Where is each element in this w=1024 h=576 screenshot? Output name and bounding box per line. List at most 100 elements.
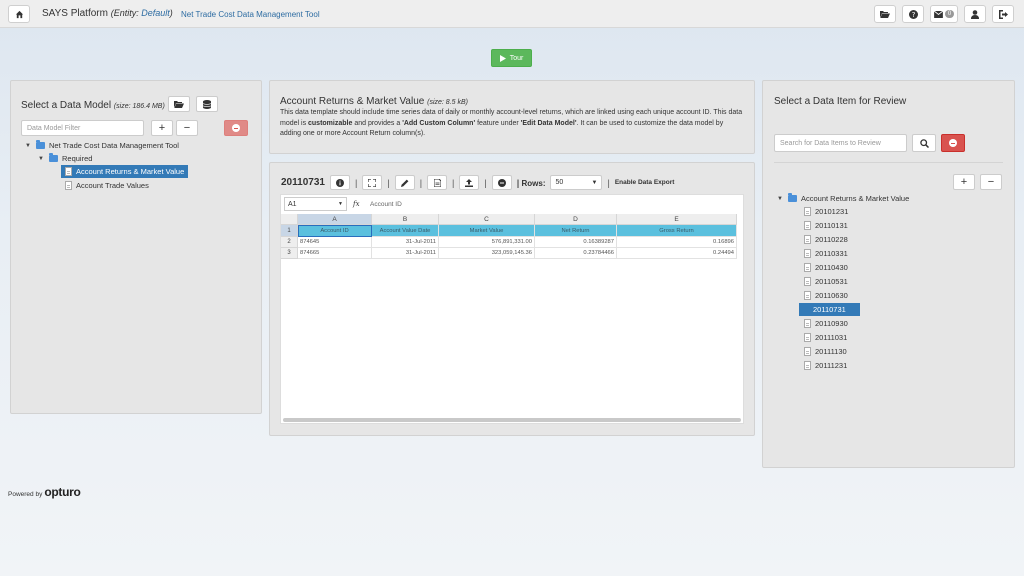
home-button[interactable] — [8, 5, 30, 23]
data-item-panel: Select a Data Item for Review Search for… — [762, 80, 1015, 468]
table-header-cell[interactable]: Net Return — [535, 225, 617, 237]
delete-model-button[interactable] — [224, 120, 248, 136]
data-item-20110630[interactable]: 20110630 — [804, 291, 848, 300]
formula-input[interactable]: Account ID — [370, 201, 402, 208]
data-item-20110228[interactable]: 20110228 — [804, 235, 848, 244]
tool-link[interactable]: Net Trade Cost Data Management Tool — [181, 10, 320, 19]
minus-circle-icon — [232, 124, 240, 132]
open-data-model-button[interactable] — [168, 96, 190, 112]
data-item-20110331[interactable]: 20110331 — [804, 249, 848, 258]
database-button[interactable] — [196, 96, 218, 112]
tour-button[interactable]: Tour — [491, 49, 532, 67]
remove-item-button[interactable]: − — [980, 174, 1002, 190]
tree-item-account-trade-values[interactable]: Account Trade Values — [65, 181, 149, 190]
data-model-panel: Select a Data Model (size: 186.4 MB) Dat… — [10, 80, 262, 414]
data-item-20110430[interactable]: 20110430 — [804, 263, 848, 272]
data-item-label: 20101231 — [815, 207, 849, 216]
table-cell[interactable]: 576,891,331.00 — [439, 237, 535, 248]
table-cell[interactable]: 0.16896 — [617, 237, 737, 248]
row-number[interactable]: 2 — [281, 237, 298, 248]
tree-root[interactable]: ▼ Net Trade Cost Data Management Tool — [25, 140, 179, 150]
messages-button[interactable]: 0 — [930, 5, 958, 23]
table-header-cell[interactable]: Account ID — [298, 225, 372, 237]
fullscreen-button[interactable] — [362, 175, 383, 190]
message-count-badge: 0 — [944, 10, 955, 18]
data-item-20110930[interactable]: 20110930 — [804, 319, 848, 328]
file-icon — [804, 249, 811, 258]
data-item-label: 20110131 — [815, 221, 848, 230]
remove-row-button[interactable] — [491, 175, 512, 190]
entity-value[interactable]: Default — [141, 8, 170, 18]
data-model-filter-input[interactable]: Data Model Filter — [21, 120, 144, 136]
rows-select[interactable]: 50 ▼ — [550, 175, 603, 190]
column-header[interactable]: B — [372, 214, 439, 225]
column-header[interactable]: E — [617, 214, 737, 225]
data-item-20111130[interactable]: 20111130 — [804, 347, 847, 356]
play-icon — [499, 54, 506, 62]
item-tree-root[interactable]: ▼ Account Returns & Market Value — [777, 193, 909, 203]
data-item-20101231[interactable]: 20101231 — [804, 207, 848, 216]
enable-export-toggle[interactable]: Enable Data Export — [615, 179, 675, 186]
open-folder-button[interactable] — [874, 5, 896, 23]
data-item-label: 20111031 — [815, 333, 848, 342]
user-button[interactable] — [964, 5, 986, 23]
sheet-grid[interactable]: A B C D E 1 Account ID Account Value Dat… — [281, 214, 745, 274]
info-icon — [336, 178, 344, 187]
table-cell[interactable]: 0.16389287 — [535, 237, 617, 248]
table-cell[interactable]: 323,059,145.36 — [439, 248, 535, 259]
fx-icon: fx — [353, 200, 360, 208]
tree-group-required[interactable]: ▼ Required — [38, 153, 93, 163]
column-header[interactable]: C — [439, 214, 535, 225]
tree-group-label: Required — [62, 154, 93, 163]
document-button[interactable] — [427, 175, 448, 190]
add-item-button[interactable]: + — [953, 174, 975, 190]
spreadsheet[interactable]: A1 ▼ fx Account ID A B C D E 1 Account I… — [280, 194, 744, 424]
upload-button[interactable] — [459, 175, 480, 190]
database-icon — [203, 99, 211, 109]
data-item-search-input[interactable]: Search for Data Items to Review — [774, 134, 907, 152]
upload-icon — [465, 178, 474, 187]
data-item-20110131[interactable]: 20110131 — [804, 221, 848, 230]
remove-model-button[interactable]: − — [176, 120, 198, 136]
file-icon — [804, 361, 811, 370]
home-icon — [15, 10, 23, 18]
help-button[interactable]: ? — [902, 5, 924, 23]
column-header[interactable]: D — [535, 214, 617, 225]
horizontal-scrollbar[interactable] — [283, 418, 741, 422]
add-model-button[interactable]: + — [151, 120, 173, 136]
data-item-20111231[interactable]: 20111231 — [804, 361, 847, 370]
info-button[interactable] — [330, 175, 350, 190]
cell-ref-select[interactable]: A1 ▼ — [284, 197, 347, 211]
table-header-cell[interactable]: Account Value Date — [372, 225, 439, 237]
table-cell[interactable]: 31-Jul-2011 — [372, 237, 439, 248]
cell-ref-value: A1 — [288, 200, 297, 208]
file-icon — [804, 333, 811, 342]
row-number[interactable]: 3 — [281, 248, 298, 259]
table-cell[interactable]: 874645 — [298, 237, 372, 248]
data-item-label: 20110430 — [815, 263, 848, 272]
search-button[interactable] — [912, 134, 936, 152]
table-cell[interactable]: 0.24494 — [617, 248, 737, 259]
sign-out-button[interactable] — [992, 5, 1014, 23]
info-size: (size: 8.5 kB) — [427, 99, 468, 106]
data-model-info-panel: Account Returns & Market Value (size: 8.… — [269, 80, 755, 154]
table-cell[interactable]: 0.23784466 — [535, 248, 617, 259]
sign-out-icon — [999, 9, 1008, 19]
folder-open-icon — [174, 101, 184, 108]
row-number[interactable]: 1 — [281, 225, 298, 237]
user-icon — [971, 9, 979, 19]
data-item-label: 20110531 — [815, 277, 848, 286]
table-cell[interactable]: 874665 — [298, 248, 372, 259]
table-header-cell[interactable]: Gross Return — [617, 225, 737, 237]
separator: | — [484, 177, 487, 188]
data-item-20110731[interactable]: 20110731 — [799, 303, 860, 316]
clear-search-button[interactable] — [941, 134, 965, 152]
edit-button[interactable] — [394, 175, 415, 190]
separator: | — [419, 177, 423, 188]
column-header[interactable]: A — [298, 214, 372, 225]
data-item-20110531[interactable]: 20110531 — [804, 277, 848, 286]
tree-item-account-returns[interactable]: Account Returns & Market Value — [61, 165, 189, 178]
data-item-20111031[interactable]: 20111031 — [804, 333, 847, 342]
table-cell[interactable]: 31-Jul-2011 — [372, 248, 439, 259]
table-header-cell[interactable]: Market Value — [439, 225, 535, 237]
